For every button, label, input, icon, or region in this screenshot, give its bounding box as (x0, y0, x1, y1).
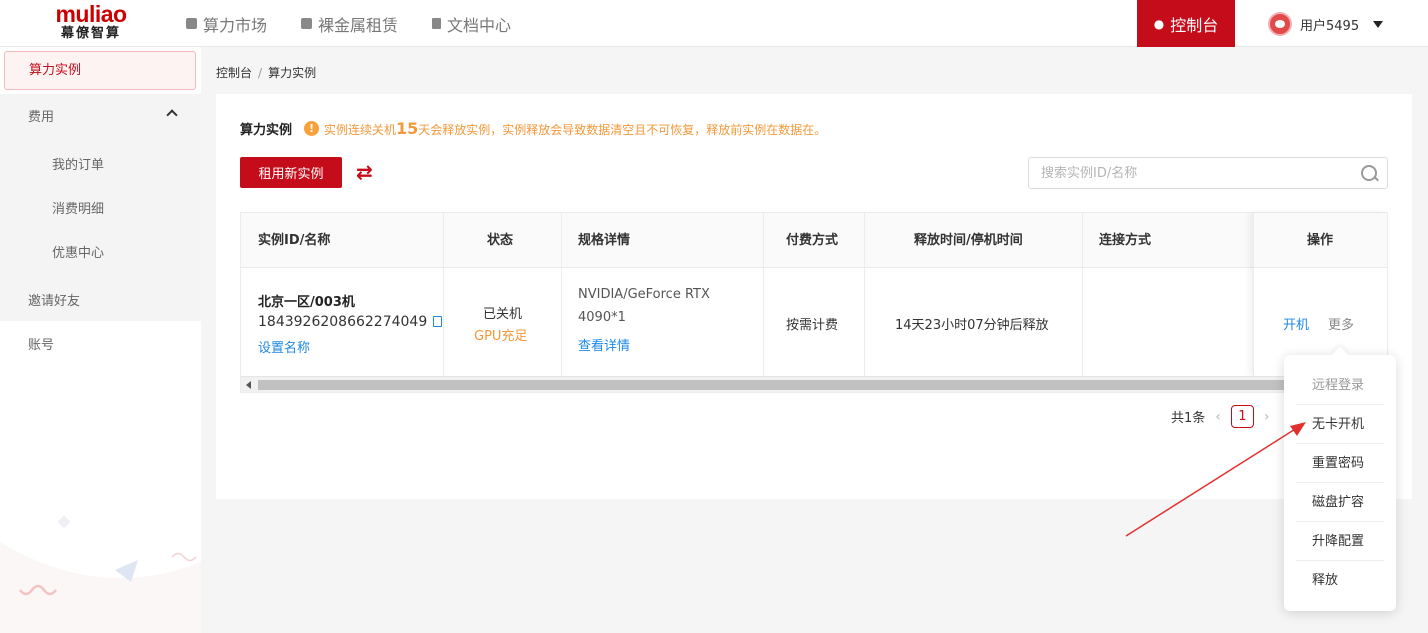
sidebar-item-invite[interactable]: 邀请好友 (28, 290, 80, 309)
billing-method: 按需计费 (786, 318, 839, 333)
release-warning: ! 实例连续关机15天会释放实例，实例释放会导致数据清空且不可恢复，释放前实例在… (304, 119, 826, 138)
avatar (1268, 12, 1292, 36)
nav-label: 文档中心 (447, 15, 512, 35)
scrollbar-thumb[interactable] (258, 380, 1387, 390)
instances-table: 实例ID/名称 状态 规格详情 付费方式 释放时间/停机时间 连接方式 操作 北… (240, 212, 1388, 393)
column-header-id: 实例ID/名称 (258, 233, 331, 248)
scroll-left-icon[interactable] (246, 381, 251, 389)
sidebar-item-account[interactable]: 账号 (28, 334, 54, 353)
column-divider (443, 213, 444, 376)
column-header-spec: 规格详情 (578, 233, 631, 248)
menu-item-reset-password[interactable]: 重置密码 (1296, 444, 1384, 483)
total-count: 共1条 (1171, 411, 1206, 426)
rent-new-instance-button[interactable]: 租用新实例 (240, 157, 342, 188)
sidebar-item-billing[interactable]: 费用 (28, 106, 54, 125)
menu-item-release[interactable]: 释放 (1296, 561, 1384, 600)
column-header-connect: 连接方式 (1099, 233, 1152, 248)
prev-page-icon[interactable]: ‹ (1215, 409, 1221, 425)
breadcrumb: 控制台 / 算力实例 (216, 64, 316, 81)
sidebar: 算力实例 费用 我的订单 消费明细 优惠中心 邀请好友 账号 (0, 47, 201, 633)
menu-item-expand-disk[interactable]: 磁盘扩容 (1296, 483, 1384, 522)
column-divider (561, 213, 562, 376)
sidebar-item-instances[interactable]: 算力实例 (4, 51, 196, 90)
server-icon (301, 18, 313, 29)
warning-icon: ! (304, 121, 319, 136)
breadcrumb-current: 算力实例 (268, 66, 317, 80)
warning-prefix: 实例连续关机 (324, 123, 397, 137)
warning-days: 15 (396, 119, 419, 138)
search-box (1028, 157, 1388, 189)
instance-name: 北京一区/003机 (258, 295, 355, 310)
nav-bare-metal[interactable]: 裸金属租赁 (301, 12, 398, 36)
status-text: 已关机 (483, 307, 523, 322)
nav-label: 裸金属租赁 (318, 15, 399, 35)
start-button[interactable]: 开机 (1283, 314, 1309, 333)
top-nav: 算力市场 裸金属租赁 文档中心 (186, 0, 511, 47)
console-button[interactable]: ●​ 控制台 (1137, 0, 1235, 47)
decoration-graphic (0, 515, 201, 633)
sidebar-item-orders[interactable]: 我的订单 (52, 154, 104, 173)
page-title: 算力实例 (240, 123, 293, 138)
warning-suffix: 天会释放实例，实例释放会导致数据清空且不可恢复，释放前实例在数据在。 (418, 123, 827, 137)
nav-compute-market[interactable]: 算力市场 (186, 12, 267, 36)
top-header: muliao 幕僚智算 算力市场 裸金属租赁 文档中心 ●​ 控制台 用户549… (0, 0, 1428, 47)
nav-docs[interactable]: 文档中心 (432, 12, 511, 36)
cluster-icon: ●​ (1153, 16, 1165, 31)
column-header-status: 状态 (487, 233, 514, 248)
pagination: 共1条 ‹ 1 › (1171, 405, 1270, 428)
console-label: 控制台 (1170, 15, 1219, 35)
column-header-actions: 操作 (1307, 233, 1334, 248)
logo[interactable]: muliao 幕僚智算 (48, 2, 134, 42)
set-name-link[interactable]: 设置名称 (258, 337, 310, 356)
instance-id: 1843926208662274049 (258, 314, 428, 330)
document-icon (432, 18, 442, 29)
box-icon (186, 18, 197, 29)
more-actions-dropdown: 远程登录 无卡开机 重置密码 磁盘扩容 升降配置 释放 (1284, 355, 1396, 611)
next-page-icon[interactable]: › (1264, 409, 1270, 425)
sidebar-item-coupons[interactable]: 优惠中心 (52, 242, 104, 261)
more-actions-button[interactable]: 更多 (1328, 314, 1354, 333)
instance-id-cell: 1843926208662274049 (258, 314, 443, 330)
nav-label: 算力市场 (203, 15, 268, 35)
spec-model: NVIDIA/GeForce RTX (578, 287, 710, 302)
horizontal-scrollbar[interactable] (241, 376, 1387, 392)
column-header-release-time: 释放时间/停机时间 (914, 233, 1023, 248)
menu-item-start-without-gpu[interactable]: 无卡开机 (1296, 405, 1384, 444)
column-header-billing: 付费方式 (786, 233, 839, 248)
menu-item-remote-login[interactable]: 远程登录 (1296, 366, 1384, 405)
search-icon[interactable] (1361, 165, 1377, 181)
column-divider (864, 213, 865, 376)
view-spec-details-link[interactable]: 查看详情 (578, 335, 630, 354)
release-countdown: 14天23小时07分钟后释放 (895, 318, 1049, 333)
gpu-availability-badge: GPU充足 (474, 329, 528, 344)
logo-wordmark: muliao (55, 1, 127, 27)
page-number[interactable]: 1 (1230, 405, 1254, 428)
sidebar-item-consumption[interactable]: 消费明细 (52, 198, 104, 217)
search-input[interactable] (1029, 158, 1349, 188)
user-menu[interactable]: 用户5495 (1268, 12, 1384, 36)
menu-item-change-config[interactable]: 升降配置 (1296, 522, 1384, 561)
logo-subtitle: 幕僚智算 (60, 26, 121, 41)
user-name: 用户5495 (1300, 18, 1360, 34)
caret-down-icon (1373, 20, 1384, 28)
breadcrumb-separator: / (258, 66, 263, 80)
instances-card: 算力实例 ! 实例连续关机15天会释放实例，实例释放会导致数据清空且不可恢复，释… (216, 94, 1412, 499)
column-divider (763, 213, 764, 376)
refresh-icon[interactable]: ⇄ (356, 161, 373, 183)
column-divider (1082, 213, 1083, 376)
breadcrumb-root[interactable]: 控制台 (216, 66, 252, 80)
copy-icon[interactable] (433, 316, 443, 327)
spec-count: 4090*1 (578, 310, 626, 325)
